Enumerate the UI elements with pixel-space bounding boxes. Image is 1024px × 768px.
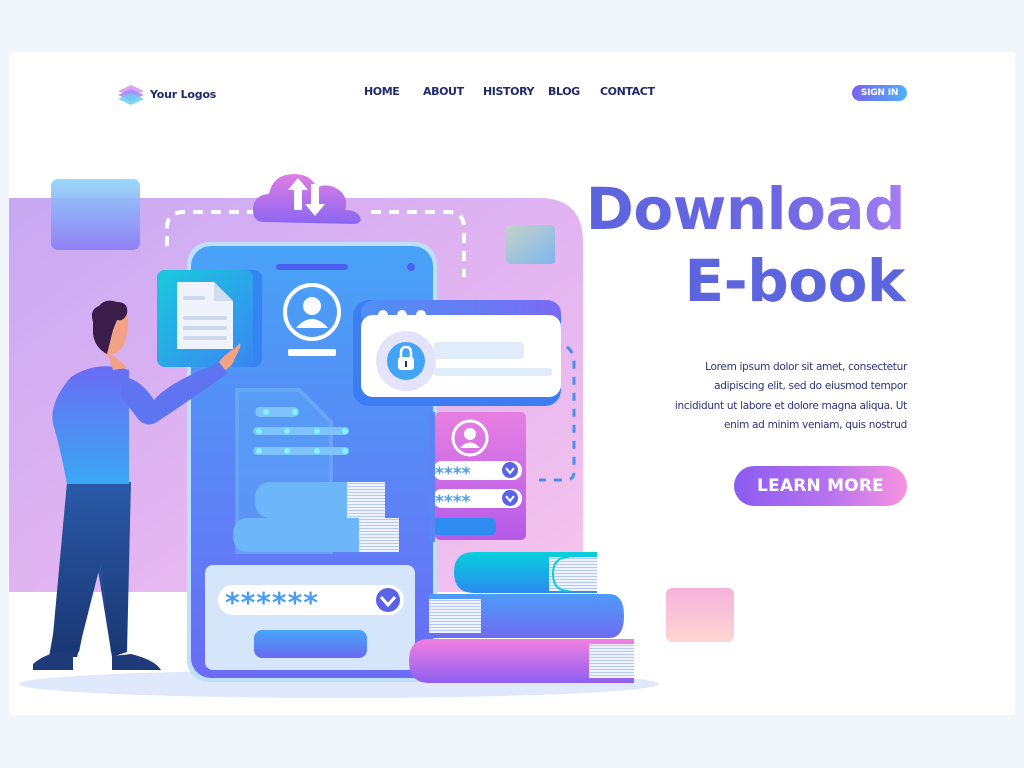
- nav-blog[interactable]: BLOG: [548, 85, 580, 98]
- hero-description: Lorem ipsum dolor sit amet, consectetur …: [674, 360, 907, 432]
- dropdown-chevron-icon-small-1: [502, 462, 518, 478]
- phone-submit-button[interactable]: [254, 630, 367, 658]
- hero-title-line-2: E-book: [684, 247, 906, 315]
- stacked-layers-icon: [118, 85, 144, 105]
- nav-home[interactable]: HOME: [364, 85, 400, 98]
- landing-page-card: ****** **** **** Your Logos HOME ABOUT H…: [9, 52, 1015, 715]
- dropdown-chevron-icon: [376, 588, 400, 612]
- secondary-login-card: **** ****: [433, 412, 526, 540]
- hero-illustration: ****** **** ****: [9, 174, 659, 698]
- cloud-sync-icon: [253, 174, 361, 224]
- decorative-square-teal: [506, 225, 555, 264]
- learn-more-button[interactable]: LEARN MORE: [734, 466, 907, 506]
- brand-logo[interactable]: Your Logos: [116, 79, 216, 109]
- decorative-square-blue: [51, 179, 140, 250]
- nav-history[interactable]: HISTORY: [483, 85, 535, 98]
- hero-title-line-1: Download: [585, 175, 906, 243]
- decorative-square-pink: [666, 588, 734, 642]
- password-mask-small-1: ****: [435, 464, 471, 484]
- password-mask-small-2: ****: [435, 492, 471, 512]
- brand-name: Your Logos: [150, 87, 217, 101]
- nav-contact[interactable]: CONTACT: [600, 85, 655, 98]
- password-field-mask: ******: [225, 586, 319, 619]
- document-card: [157, 270, 262, 367]
- nav-about[interactable]: ABOUT: [423, 85, 464, 98]
- login-window: [353, 300, 561, 406]
- sign-in-button[interactable]: SIGN IN: [852, 85, 907, 101]
- dropdown-chevron-icon-small-2: [502, 490, 518, 506]
